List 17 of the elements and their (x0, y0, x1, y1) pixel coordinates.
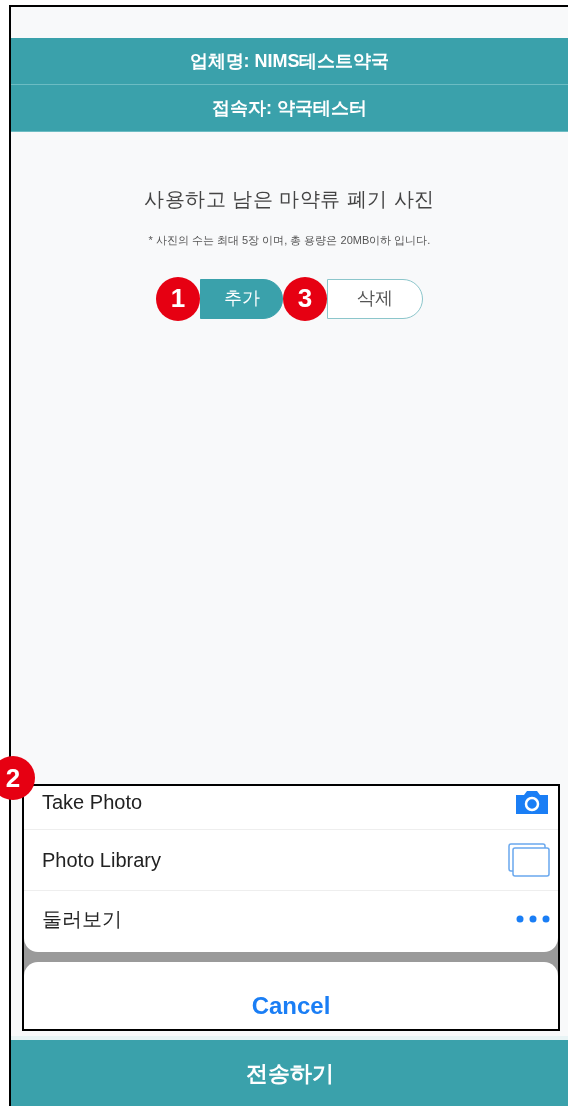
photo-library-icon (508, 843, 550, 877)
sheet-option[interactable]: Take Photo (24, 786, 558, 830)
cancel-button[interactable]: Cancel (24, 962, 558, 1029)
sheet-option[interactable]: Photo Library (24, 830, 558, 891)
number-badge: 3 (283, 276, 327, 321)
number-badge: 2 (0, 756, 35, 800)
option-label: 둘러보기 (42, 906, 122, 932)
section-title: 사용하고 남은 마약류 폐기 사진 (144, 187, 435, 212)
option-label: Take Photo (42, 789, 143, 815)
header-bar: 업체명: NIMS테스트약국 (11, 38, 568, 85)
sheet-option[interactable]: 둘러보기 (24, 891, 558, 952)
option-label: Photo Library (42, 848, 161, 873)
header-bar: 접속자: 약국테스터 (11, 85, 568, 132)
segment-tab[interactable]: 삭제 (327, 278, 423, 319)
more-icon (516, 914, 550, 923)
number-badge: 1 (156, 276, 200, 321)
note-text: * 사진의 수는 최대 5장 이며, 총 용량은 20MB이하 입니다. (148, 233, 431, 248)
